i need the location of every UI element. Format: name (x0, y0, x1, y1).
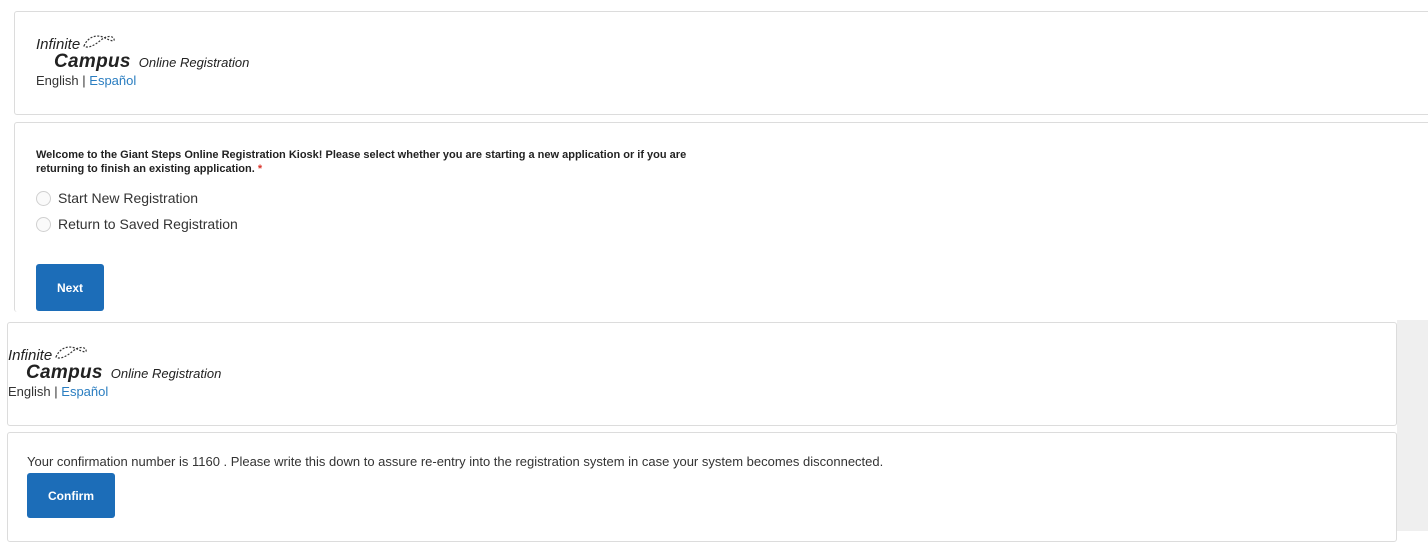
required-asterisk: * (257, 163, 263, 175)
lang-spanish-link[interactable]: Español (89, 73, 136, 88)
lang-english: English (36, 73, 79, 88)
radio-return-saved[interactable] (36, 216, 51, 232)
registration-options: Start New Registration Return to Saved R… (36, 186, 238, 236)
option-return-saved[interactable]: Return to Saved Registration (36, 212, 238, 236)
confirmation-message: Your confirmation number is 1160 . Pleas… (27, 454, 884, 469)
logo-swoosh-icon-bottom (55, 346, 87, 359)
header-card-bottom: Infinite Campus Online Registration Engl… (7, 322, 1397, 426)
kiosk-card: Welcome to the Giant Steps Online Regist… (14, 122, 1428, 312)
logo-campus-text: Campus (54, 51, 131, 72)
radio-start-new[interactable] (36, 190, 51, 206)
logo-subtitle-bottom: Online Registration (110, 366, 222, 381)
kiosk-prompt-text: Welcome to the Giant Steps Online Regist… (36, 149, 687, 175)
option-return-saved-label: Return to Saved Registration (58, 216, 238, 232)
lang-separator-bottom: | (54, 384, 58, 399)
next-button[interactable]: Next (36, 264, 104, 311)
logo-campus-text-bottom: Campus (26, 362, 103, 383)
lang-spanish-link-bottom[interactable]: Español (61, 384, 108, 399)
language-switcher: English | Español (36, 73, 249, 89)
option-start-new-label: Start New Registration (58, 190, 199, 206)
lang-separator: | (82, 73, 86, 88)
page-gutter (1397, 320, 1428, 531)
lang-english-bottom: English (8, 384, 51, 399)
confirm-button[interactable]: Confirm (27, 473, 115, 518)
confirmation-card: Your confirmation number is 1160 . Pleas… (7, 432, 1397, 542)
kiosk-prompt: Welcome to the Giant Steps Online Regist… (36, 148, 736, 176)
infinite-campus-logo-bottom: Infinite Campus Online Registration (8, 344, 221, 383)
infinite-campus-logo: Infinite Campus Online Registration (36, 33, 249, 72)
option-start-new[interactable]: Start New Registration (36, 186, 238, 210)
logo-area: Infinite Campus Online Registration Engl… (36, 33, 249, 89)
logo-swoosh-icon (83, 35, 115, 48)
header-card-top: Infinite Campus Online Registration Engl… (14, 11, 1428, 115)
logo-subtitle: Online Registration (138, 55, 250, 70)
language-switcher-bottom: English | Español (8, 384, 221, 400)
logo-area-bottom: Infinite Campus Online Registration Engl… (8, 344, 221, 400)
